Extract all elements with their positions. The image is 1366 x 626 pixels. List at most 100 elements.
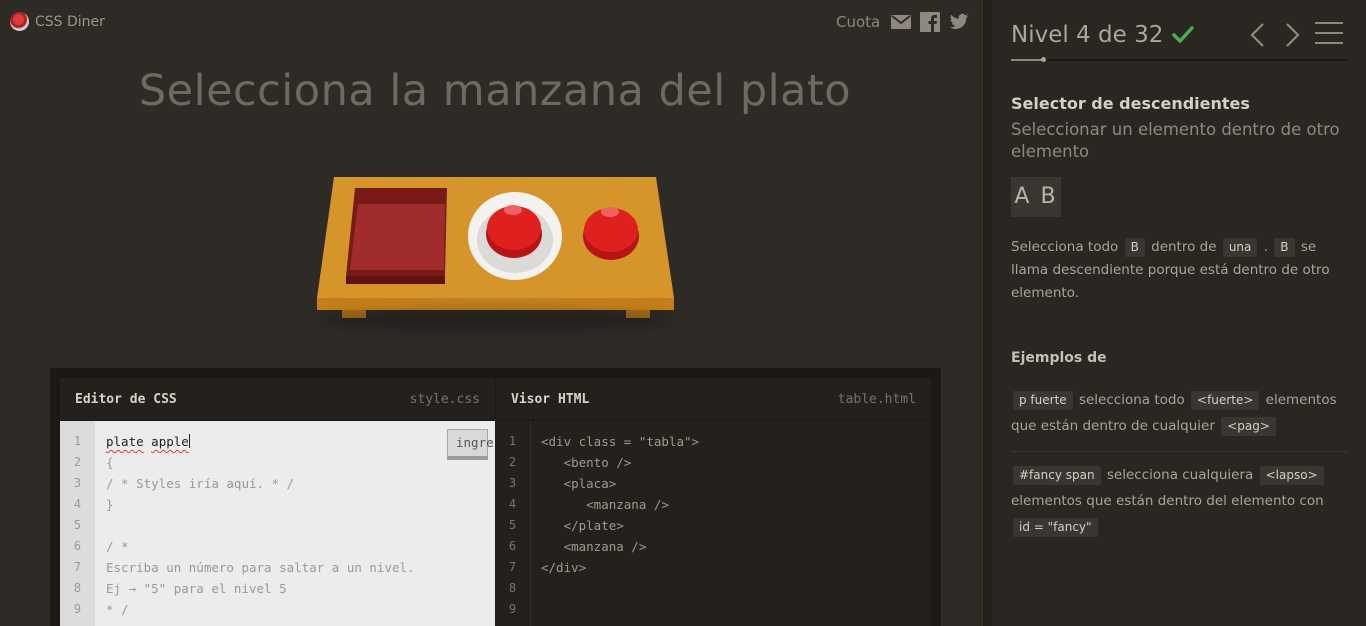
next-level-button[interactable] <box>1282 22 1302 48</box>
html-code: <div class = "tabla"> <bento /> <placa> … <box>541 431 699 620</box>
help-text: Selecciona todo <box>1011 239 1119 255</box>
html-line-numbers: 1 2 3 4 5 6 7 8 9 <box>495 421 531 626</box>
html-line[interactable]: </div> <box>541 557 699 578</box>
progress-fill <box>1011 59 1043 61</box>
table-scene <box>310 170 680 330</box>
level-header[interactable]: Nivel 4 de 32 <box>1011 22 1195 48</box>
example-1: p fuerte selecciona todo <fuerte> elemen… <box>1011 387 1351 439</box>
code-line: { <box>106 455 114 470</box>
css-editor-pane[interactable]: 1 2 3 4 5 6 7 8 9 plate apple { / * Styl… <box>60 421 516 626</box>
logo-icon <box>10 12 29 31</box>
css-input-word: plate <box>106 434 144 449</box>
twitter-icon[interactable] <box>949 12 969 32</box>
editor: Editor de CSS style.css Visor HTML table… <box>50 368 941 626</box>
level-progress <box>1011 57 1347 62</box>
selector-syntax: A B <box>1011 177 1061 217</box>
code-line: / * <box>106 539 129 554</box>
html-viewer-title: Visor HTML <box>511 391 590 407</box>
code-line: * / <box>106 602 129 617</box>
share-bar: Cuota <box>836 12 969 32</box>
code-tag: id = "fancy" <box>1013 518 1098 537</box>
line-number: 3 <box>508 476 517 490</box>
instruction-title: Selecciona la manzana del plato <box>138 66 852 116</box>
example-separator <box>1011 451 1347 452</box>
line-number: 4 <box>73 497 82 511</box>
css-line-numbers: 1 2 3 4 5 6 7 8 9 <box>60 421 95 626</box>
selector-name: Selector de descendientes <box>1011 94 1250 113</box>
chevron-left-icon <box>1250 23 1264 47</box>
css-input[interactable]: plate apple <box>106 431 415 452</box>
css-editor-header: Editor de CSS style.css <box>60 378 495 420</box>
code-tag: <pag> <box>1221 417 1276 436</box>
html-line[interactable]: </plate> <box>541 515 699 536</box>
code-line: Ej → "5" para el nivel 5 <box>106 581 287 596</box>
selector-description: Seleccionar un elemento dentro de otro e… <box>1011 120 1340 161</box>
html-line[interactable]: <placa> <box>541 473 699 494</box>
progress-marker <box>1041 57 1046 62</box>
html-line[interactable]: <manzana /> <box>541 494 699 515</box>
html-line[interactable]: <manzana /> <box>541 536 699 557</box>
enter-button[interactable]: ingresar <box>447 429 516 460</box>
menu-icon[interactable] <box>1315 22 1343 46</box>
html-line <box>541 578 699 599</box>
html-line[interactable]: <div class = "tabla"> <box>541 431 699 452</box>
css-code: plate apple { / * Styles iría aquí. * / … <box>106 431 415 620</box>
code-line: } <box>106 497 114 512</box>
line-number: 5 <box>508 518 517 532</box>
example-text: selecciona cualquiera <box>1106 467 1254 483</box>
line-number: 1 <box>508 434 517 448</box>
logo-text: CSS Diner <box>35 13 105 30</box>
css-file-name: style.css <box>409 391 480 407</box>
line-number: 2 <box>508 455 517 469</box>
table-illustration <box>317 177 674 318</box>
html-line <box>541 599 699 620</box>
line-number: 8 <box>73 581 82 595</box>
css-editor-title: Editor de CSS <box>75 391 177 407</box>
html-viewer-header: Visor HTML table.html <box>495 378 931 420</box>
example-2: #fancy span selecciona cualquiera <lapso… <box>1011 462 1351 540</box>
example-code: #fancy span <box>1013 466 1101 485</box>
html-file-name: table.html <box>837 391 916 407</box>
line-number: 9 <box>73 602 82 616</box>
line-number: 5 <box>73 518 82 532</box>
check-icon <box>1171 23 1195 47</box>
text-caret <box>188 434 190 448</box>
code-tag: <fuerte> <box>1191 391 1260 410</box>
line-number: 9 <box>508 602 517 616</box>
line-number: 1 <box>73 434 82 448</box>
facebook-icon[interactable] <box>920 12 941 32</box>
share-label: Cuota <box>836 13 881 31</box>
help-text: dentro de <box>1151 239 1217 255</box>
sidebar-divider <box>982 0 992 626</box>
code-tag: <lapso> <box>1259 466 1324 485</box>
level-sidebar: Nivel 4 de 32 Selector de descendientes … <box>992 0 1366 626</box>
level-indicator[interactable]: Nivel 4 de 32 <box>1011 22 1163 48</box>
code-line: Escriba un número para saltar a un nivel… <box>106 560 415 575</box>
line-number: 2 <box>73 455 82 469</box>
example-text: selecciona todo <box>1078 392 1185 408</box>
line-number: 8 <box>508 581 517 595</box>
example-code: p fuerte <box>1013 391 1073 410</box>
help-text: . <box>1263 239 1268 255</box>
html-viewer-pane: 1 2 3 4 5 6 7 8 9 <div class = "tabla"> … <box>495 421 931 626</box>
previous-level-button[interactable] <box>1248 22 1268 48</box>
table-edge <box>317 298 674 310</box>
table-shadow <box>320 310 670 330</box>
html-line[interactable]: <bento /> <box>541 452 699 473</box>
examples-title: Ejemplos de <box>1011 350 1107 366</box>
line-number: 6 <box>508 539 517 553</box>
line-number: 6 <box>73 539 82 553</box>
plate <box>468 192 562 280</box>
line-number: 3 <box>73 476 82 490</box>
line-number: 7 <box>73 560 82 574</box>
chevron-right-icon <box>1286 23 1300 47</box>
code-tag: una <box>1222 238 1258 257</box>
css-input-word: apple <box>151 434 189 449</box>
logo[interactable]: CSS Diner <box>10 12 105 31</box>
code-tag: B <box>1124 238 1145 257</box>
apple-on-plate <box>486 205 542 258</box>
line-number: 7 <box>508 560 517 574</box>
mail-icon[interactable] <box>891 12 912 32</box>
selector-help: Selecciona todo B dentro de una . B se l… <box>1011 236 1351 305</box>
